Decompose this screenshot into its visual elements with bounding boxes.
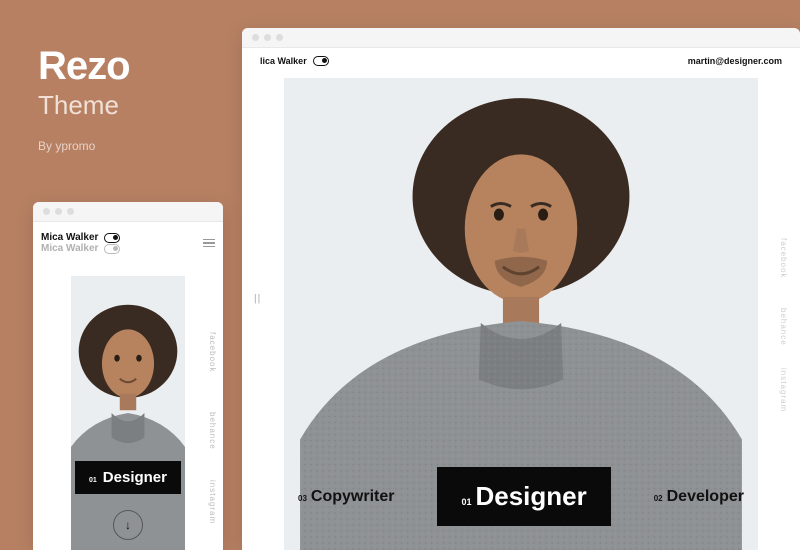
identity-name: Mica Walker (41, 232, 98, 243)
role-badge-primary[interactable]: 01 Designer (75, 461, 181, 494)
social-link-facebook[interactable]: facebook (208, 332, 217, 372)
identity-row-dim: Mica Walker (41, 243, 120, 254)
social-link-instagram[interactable]: instagram (779, 368, 788, 412)
identity-name-dim: Mica Walker (41, 243, 98, 254)
window-titlebar (242, 28, 800, 48)
scroll-down-button[interactable]: ↓ (113, 510, 143, 540)
hamburger-icon[interactable] (203, 239, 215, 248)
role-item-developer[interactable]: 02 Developer (654, 488, 744, 506)
role-number: 02 (654, 494, 663, 503)
identity-row: Mica Walker (41, 232, 120, 243)
social-link-facebook[interactable]: facebook (779, 238, 788, 278)
traffic-light-dot (264, 34, 271, 41)
mobile-content: Mica Walker Mica Walker (33, 222, 223, 550)
role-number: 03 (298, 494, 307, 503)
theme-toggle-dim[interactable] (104, 244, 120, 254)
social-link-behance[interactable]: behance (779, 308, 788, 346)
role-label: Designer (103, 469, 167, 486)
roles-row: 03 Copywriter 01 Designer 02 Developer (298, 467, 744, 526)
person-illustration (71, 276, 185, 550)
desktop-content: lica Walker martin@designer.com (242, 48, 800, 550)
theme-toggle[interactable] (104, 233, 120, 243)
traffic-light-dot (67, 208, 74, 215)
social-link-behance[interactable]: behance (208, 412, 217, 450)
role-number: 01 (89, 477, 97, 484)
role-badge-primary[interactable]: 01 Designer (437, 467, 610, 526)
traffic-light-dot (252, 34, 259, 41)
hero-image (71, 276, 185, 550)
traffic-light-dot (55, 208, 62, 215)
role-number: 01 (461, 497, 471, 507)
promo-title: Rezo Theme By ypromo (38, 46, 130, 153)
mobile-header: Mica Walker Mica Walker (41, 232, 215, 254)
mobile-preview-window: Mica Walker Mica Walker (33, 202, 223, 550)
role-label: Designer (475, 481, 586, 512)
traffic-light-dot (43, 208, 50, 215)
window-titlebar (33, 202, 223, 222)
contact-email[interactable]: martin@designer.com (688, 56, 782, 66)
role-label: Copywriter (311, 488, 395, 506)
theme-name: Rezo (38, 46, 130, 86)
desktop-preview-window: lica Walker martin@designer.com (242, 28, 800, 550)
role-label: Developer (667, 488, 744, 506)
theme-subtitle: Theme (38, 90, 130, 121)
traffic-light-dot (276, 34, 283, 41)
theme-toggle[interactable] (313, 56, 329, 66)
identity-name: lica Walker (260, 56, 307, 66)
arrow-down-icon: ↓ (125, 518, 131, 532)
theme-byline: By ypromo (38, 139, 130, 153)
identity-row: lica Walker (260, 56, 329, 66)
role-item-copywriter[interactable]: 03 Copywriter (298, 488, 394, 506)
desktop-header: lica Walker martin@designer.com (242, 48, 800, 76)
drag-handle-icon[interactable]: || (254, 294, 261, 305)
social-link-instagram[interactable]: instagram (208, 480, 217, 524)
